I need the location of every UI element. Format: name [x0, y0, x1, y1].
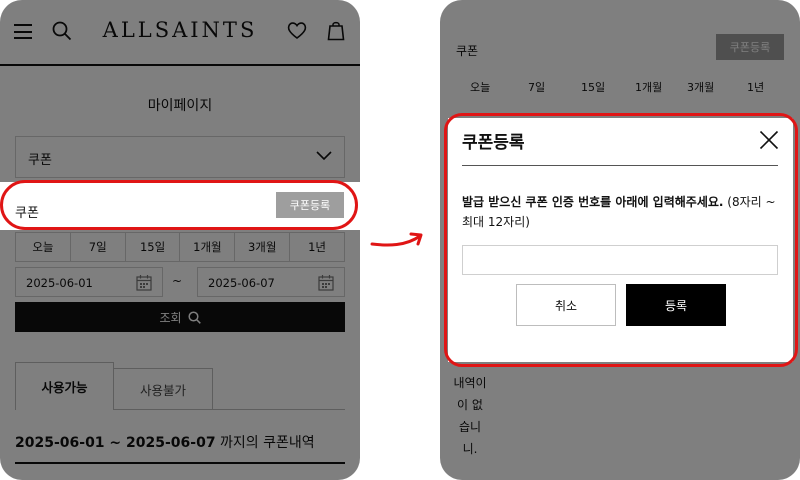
search-icon — [187, 310, 201, 324]
calendar-icon[interactable] — [318, 274, 334, 291]
coupon-register-modal: 쿠폰등록 발급 받으신 쿠폰 인증 번호를 아래에 입력해주세요. (8자리 ~… — [448, 118, 793, 362]
modal-divider — [462, 165, 778, 166]
range-dates: 2025-06-01 ~ 2025-06-07 — [15, 435, 216, 451]
search-submit-label: 조회 — [159, 310, 182, 325]
background-empty-line: 습니 — [458, 420, 482, 434]
background-period-item: 오늘 — [470, 81, 491, 94]
coupon-code-input[interactable] — [462, 245, 778, 275]
background-period-item: 15일 — [581, 81, 606, 94]
tab-divider — [213, 409, 345, 410]
search-icon[interactable] — [52, 21, 72, 41]
period-1year[interactable]: 1년 — [290, 233, 344, 261]
category-select[interactable]: 쿠폰 — [15, 136, 345, 178]
menu-icon[interactable] — [14, 24, 32, 39]
register-button[interactable]: 등록 — [626, 284, 726, 326]
tab-unavailable[interactable]: 사용불가 — [114, 368, 213, 410]
coupon-row-label: 쿠폰 — [15, 206, 39, 221]
calendar-icon[interactable] — [136, 274, 152, 291]
start-date-field[interactable]: 2025-06-01 — [15, 267, 163, 297]
mypage-screen: ALLSAINTS 마이페이지 쿠폰 쿠폰 쿠폰등록 오늘 7일 15일 1개월… — [0, 0, 360, 480]
category-select-value: 쿠폰 — [28, 153, 52, 168]
page-title: 마이페이지 — [147, 98, 213, 114]
brand-logo[interactable]: ALLSAINTS — [92, 18, 268, 42]
background-period-item: 1개월 — [635, 81, 663, 94]
end-date-field[interactable]: 2025-06-07 — [197, 267, 345, 297]
date-range-separator: ~ — [172, 274, 183, 288]
start-date-value: 2025-06-01 — [26, 276, 93, 290]
cancel-button[interactable]: 취소 — [516, 284, 616, 326]
period-15days[interactable]: 15일 — [126, 233, 181, 261]
period-3months[interactable]: 3개월 — [235, 233, 291, 261]
background-period-item: 1년 — [747, 81, 765, 94]
background-period-item: 3개월 — [687, 81, 715, 94]
period-filter: 오늘 7일 15일 1개월 3개월 1년 — [15, 232, 345, 262]
heart-icon[interactable] — [287, 21, 307, 40]
arrow-right-icon — [370, 232, 423, 247]
bag-icon[interactable] — [327, 20, 345, 41]
top-nav-bar: ALLSAINTS — [0, 0, 360, 66]
background-empty-line: 니. — [462, 442, 478, 456]
modal-instruction: 발급 받으신 쿠폰 인증 번호를 아래에 입력해주세요. (8자리 ~ 최대 1… — [462, 192, 780, 232]
range-suffix: 까지의 쿠폰내역 — [215, 435, 315, 451]
chevron-down-icon — [316, 151, 332, 161]
background-coupon-register-button: 쿠폰등록 — [716, 34, 784, 60]
period-7days[interactable]: 7일 — [71, 233, 126, 261]
coupon-register-button[interactable]: 쿠폰등록 — [276, 192, 344, 218]
background-period-item: 7일 — [528, 81, 546, 94]
instruction-main: 발급 받으신 쿠폰 인증 번호를 아래에 입력해주세요. — [462, 195, 724, 209]
coupon-history-range: 2025-06-01 ~ 2025-06-07 까지의 쿠폰내역 — [15, 432, 315, 452]
modal-title: 쿠폰등록 — [462, 133, 525, 153]
period-today[interactable]: 오늘 — [16, 233, 71, 261]
end-date-value: 2025-06-07 — [208, 276, 275, 290]
tab-available[interactable]: 사용가능 — [15, 362, 114, 410]
search-submit-button[interactable]: 조회 — [15, 302, 345, 332]
background-coupon-label: 쿠폰 — [456, 44, 479, 58]
background-empty-line: 이 없 — [457, 398, 483, 412]
background-empty-message: 내역이 이 없 습니 니. — [440, 372, 500, 460]
divider — [15, 462, 345, 464]
period-1month[interactable]: 1개월 — [180, 233, 236, 261]
coupon-row: 쿠폰 쿠폰등록 — [0, 182, 360, 230]
background-empty-line: 내역이 — [453, 376, 487, 390]
close-icon[interactable] — [759, 130, 779, 150]
